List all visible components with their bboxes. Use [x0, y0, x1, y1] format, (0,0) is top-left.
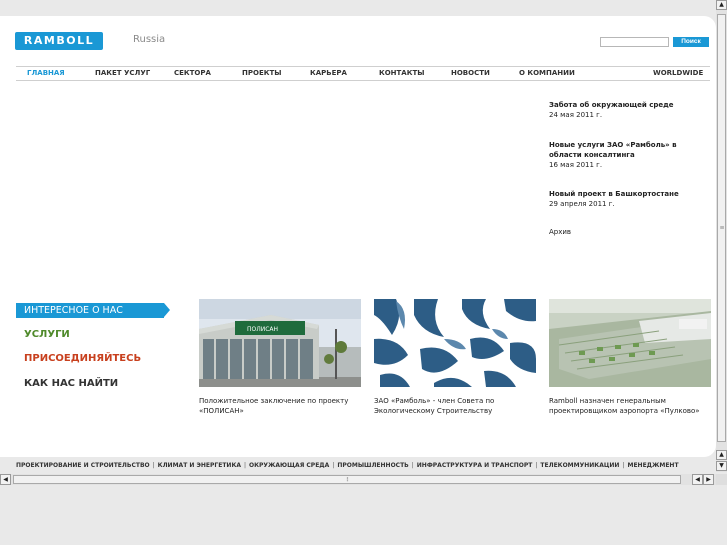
airport-render-image[interactable] [549, 299, 711, 387]
vertical-scrollbar[interactable]: ▲ ≡ ▲ ▼ [716, 0, 727, 472]
scroll-left-icon[interactable]: ◀ [0, 474, 11, 485]
nav-item-home[interactable]: ГЛАВНАЯ [27, 69, 65, 77]
horizontal-scroll-thumb[interactable]: ⦙⦙⦙ [13, 475, 681, 484]
active-item-arrow [164, 303, 170, 317]
nav-top-divider [16, 66, 710, 67]
svg-text:ПОЛИСАН: ПОЛИСАН [247, 326, 278, 333]
side-menu-services[interactable]: УСЛУГИ [24, 329, 70, 340]
nav-bottom-divider [16, 80, 710, 81]
main-nav: ГЛАВНАЯ ПАКЕТ УСЛУГ СЕКТОРА ПРОЕКТЫ КАРЬ… [16, 68, 710, 79]
news-item[interactable]: Новые услуги ЗАО «Рамболь» в области кон… [549, 140, 699, 170]
scroll-up-icon[interactable]: ▲ [716, 0, 727, 10]
news-title[interactable]: Забота об окружающей среде [549, 100, 709, 110]
nav-item-services[interactable]: ПАКЕТ УСЛУГ [95, 69, 150, 77]
scroll-right-icon[interactable]: ▶ [703, 474, 714, 485]
side-menu-active-item[interactable]: ИНТЕРЕСНОЕ О НАС [16, 303, 170, 318]
news-date: 16 мая 2011 г. [549, 161, 603, 169]
footer-separator: | [411, 462, 414, 469]
promo-caption[interactable]: Ramboll назначен генеральным проектировщ… [549, 396, 713, 416]
side-menu-label: ИНТЕРЕСНОЕ О НАС [24, 305, 123, 316]
news-title[interactable]: Новые услуги ЗАО «Рамболь» в области кон… [549, 140, 699, 160]
news-date: 24 мая 2011 г. [549, 111, 603, 119]
side-menu-find-us[interactable]: КАК НАС НАЙТИ [24, 378, 118, 389]
scroll-left-icon[interactable]: ◀ [692, 474, 703, 485]
grip-icon: ⦙⦙⦙ [346, 475, 348, 483]
footer-link[interactable]: ПРОМЫШЛЕННОСТЬ [337, 462, 408, 469]
footer-link[interactable]: ОКРУЖАЮЩАЯ СРЕДА [249, 462, 329, 469]
scroll-up-icon[interactable]: ▲ [716, 450, 727, 460]
ramboll-logo[interactable]: RAMBOLL [15, 32, 103, 50]
nav-item-sectors[interactable]: СЕКТОРА [174, 69, 211, 77]
footer-links: ПРОЕКТИРОВАНИЕ И СТРОИТЕЛЬСТВО | КЛИМАТ И … [16, 462, 679, 472]
news-item[interactable]: Забота об окружающей среде 24 мая 2011 г… [549, 100, 709, 120]
footer-link[interactable]: ИНФРАСТРУКТУРА И ТРАНСПОРТ [417, 462, 533, 469]
footer-link[interactable]: ПРОЕКТИРОВАНИЕ И СТРОИТЕЛЬСТВО [16, 462, 150, 469]
search-button[interactable]: Поиск [673, 37, 709, 47]
news-archive-link[interactable]: Архив [549, 228, 571, 236]
search-input[interactable] [600, 37, 669, 47]
nav-item-career[interactable]: КАРЬЕРА [310, 69, 347, 77]
footer-separator: | [244, 462, 247, 469]
scrollbar-corner [716, 474, 727, 485]
footer-link[interactable]: МЕНЕДЖМЕНТ [627, 462, 678, 469]
leaf-pattern-image[interactable] [374, 299, 536, 387]
nav-item-contacts[interactable]: КОНТАКТЫ [379, 69, 424, 77]
scroll-down-icon[interactable]: ▼ [716, 461, 727, 471]
nav-item-projects[interactable]: ПРОЕКТЫ [242, 69, 281, 77]
footer-separator: | [152, 462, 155, 469]
side-menu-join[interactable]: ПРИСОЕДИНЯЙТЕСЬ [24, 353, 141, 364]
promo-caption[interactable]: Положительное заключение по проекту «ПОЛ… [199, 396, 363, 416]
page-content: RAMBOLL Russia Поиск ГЛАВНАЯ ПАКЕТ УСЛУГ… [0, 16, 716, 457]
news-date: 29 апреля 2011 г. [549, 200, 615, 208]
nav-item-news[interactable]: НОВОСТИ [451, 69, 490, 77]
news-item[interactable]: Новый проект в Башкортостане 29 апреля 2… [549, 189, 709, 209]
building-photo[interactable]: ПОЛИСАН [199, 299, 361, 387]
country-label: Russia [133, 34, 166, 45]
promo-caption[interactable]: ЗАО «Рамболь» - член Совета по Экологиче… [374, 396, 538, 416]
vertical-scroll-thumb[interactable]: ≡ [717, 14, 726, 442]
nav-item-worldwide[interactable]: WORLDWIDE [653, 69, 703, 77]
horizontal-scrollbar[interactable]: ◀ ⦙⦙⦙ ◀ ▶ [0, 474, 716, 485]
grip-icon: ≡ [719, 224, 724, 232]
news-title[interactable]: Новый проект в Башкортостане [549, 189, 709, 199]
footer-link[interactable]: КЛИМАТ И ЭНЕРГЕТИКА [158, 462, 241, 469]
footer-link[interactable]: ТЕЛЕКОММУНИКАЦИИ [540, 462, 619, 469]
nav-item-about[interactable]: О КОМПАНИИ [519, 69, 575, 77]
